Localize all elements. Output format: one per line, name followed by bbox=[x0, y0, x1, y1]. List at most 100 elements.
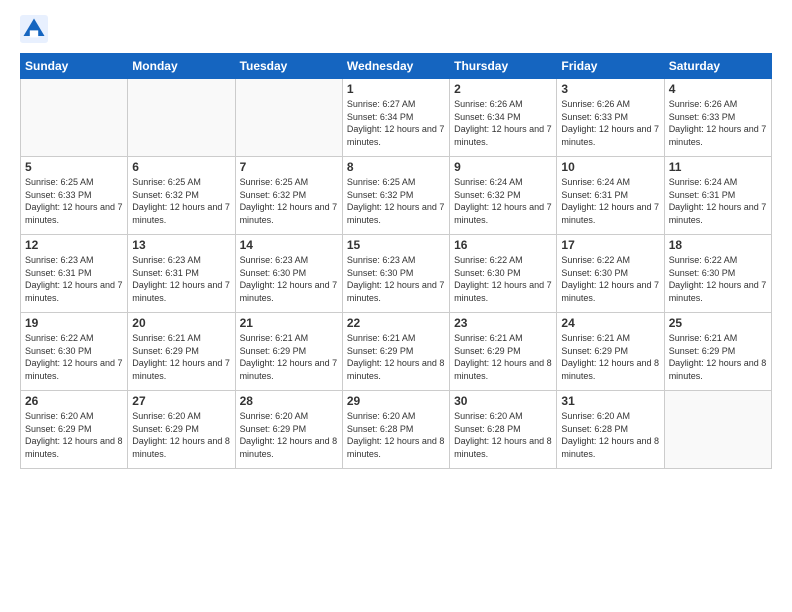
header-wednesday: Wednesday bbox=[342, 54, 449, 79]
day-info: Sunrise: 6:21 AMSunset: 6:29 PMDaylight:… bbox=[347, 332, 445, 382]
week-row-3: 12 Sunrise: 6:23 AMSunset: 6:31 PMDayligh… bbox=[21, 235, 772, 313]
day-info: Sunrise: 6:21 AMSunset: 6:29 PMDaylight:… bbox=[132, 332, 230, 382]
day-number: 1 bbox=[347, 82, 445, 96]
day-info: Sunrise: 6:21 AMSunset: 6:29 PMDaylight:… bbox=[669, 332, 767, 382]
day-info: Sunrise: 6:20 AMSunset: 6:28 PMDaylight:… bbox=[561, 410, 659, 460]
day-info: Sunrise: 6:23 AMSunset: 6:31 PMDaylight:… bbox=[25, 254, 123, 304]
day-info: Sunrise: 6:22 AMSunset: 6:30 PMDaylight:… bbox=[25, 332, 123, 382]
header-saturday: Saturday bbox=[664, 54, 771, 79]
header-tuesday: Tuesday bbox=[235, 54, 342, 79]
day-info: Sunrise: 6:20 AMSunset: 6:29 PMDaylight:… bbox=[132, 410, 230, 460]
day-number: 15 bbox=[347, 238, 445, 252]
day-number: 19 bbox=[25, 316, 123, 330]
day-cell bbox=[235, 79, 342, 157]
day-cell: 25Sunrise: 6:21 AMSunset: 6:29 PMDayligh… bbox=[664, 313, 771, 391]
day-cell: 10Sunrise: 6:24 AMSunset: 6:31 PMDayligh… bbox=[557, 157, 664, 235]
day-number: 31 bbox=[561, 394, 659, 408]
day-number: 2 bbox=[454, 82, 552, 96]
day-info: Sunrise: 6:25 AMSunset: 6:32 PMDaylight:… bbox=[347, 176, 445, 226]
day-cell: 8 Sunrise: 6:25 AMSunset: 6:32 PMDaylight… bbox=[342, 157, 449, 235]
day-cell: 15 Sunrise: 6:23 AMSunset: 6:30 PMDayligh… bbox=[342, 235, 449, 313]
day-info: Sunrise: 6:25 AMSunset: 6:32 PMDaylight:… bbox=[240, 176, 338, 226]
day-number: 30 bbox=[454, 394, 552, 408]
day-number: 20 bbox=[132, 316, 230, 330]
day-cell: 31 Sunrise: 6:20 AMSunset: 6:28 PMDayligh… bbox=[557, 391, 664, 469]
day-cell: 9Sunrise: 6:24 AMSunset: 6:32 PMDaylight… bbox=[450, 157, 557, 235]
header-friday: Friday bbox=[557, 54, 664, 79]
week-row-1: 1 Sunrise: 6:27 AMSunset: 6:34 PMDaylight… bbox=[21, 79, 772, 157]
day-info: Sunrise: 6:20 AMSunset: 6:28 PMDaylight:… bbox=[347, 410, 445, 460]
day-cell: 27 Sunrise: 6:20 AMSunset: 6:29 PMDayligh… bbox=[128, 391, 235, 469]
day-cell: 21 Sunrise: 6:21 AMSunset: 6:29 PMDayligh… bbox=[235, 313, 342, 391]
day-info: Sunrise: 6:21 AMSunset: 6:29 PMDaylight:… bbox=[454, 332, 552, 382]
day-cell: 24 Sunrise: 6:21 AMSunset: 6:29 PMDayligh… bbox=[557, 313, 664, 391]
page: Sunday Monday Tuesday Wednesday Thursday… bbox=[0, 0, 792, 612]
day-cell: 18 Sunrise: 6:22 AMSunset: 6:30 PMDayligh… bbox=[664, 235, 771, 313]
day-number: 7 bbox=[240, 160, 338, 174]
day-cell bbox=[21, 79, 128, 157]
day-number: 27 bbox=[132, 394, 230, 408]
day-cell: 14 Sunrise: 6:23 AMSunset: 6:30 PMDayligh… bbox=[235, 235, 342, 313]
weekday-header-row: Sunday Monday Tuesday Wednesday Thursday… bbox=[21, 54, 772, 79]
calendar-table: Sunday Monday Tuesday Wednesday Thursday… bbox=[20, 53, 772, 469]
day-cell: 2Sunrise: 6:26 AMSunset: 6:34 PMDaylight… bbox=[450, 79, 557, 157]
day-cell bbox=[664, 391, 771, 469]
day-cell bbox=[128, 79, 235, 157]
day-cell: 11 Sunrise: 6:24 AMSunset: 6:31 PMDayligh… bbox=[664, 157, 771, 235]
day-cell: 17Sunrise: 6:22 AMSunset: 6:30 PMDayligh… bbox=[557, 235, 664, 313]
day-cell: 5Sunrise: 6:25 AMSunset: 6:33 PMDaylight… bbox=[21, 157, 128, 235]
header bbox=[20, 15, 772, 43]
header-monday: Monday bbox=[128, 54, 235, 79]
day-cell: 30 Sunrise: 6:20 AMSunset: 6:28 PMDayligh… bbox=[450, 391, 557, 469]
day-cell: 12 Sunrise: 6:23 AMSunset: 6:31 PMDayligh… bbox=[21, 235, 128, 313]
day-number: 28 bbox=[240, 394, 338, 408]
day-number: 22 bbox=[347, 316, 445, 330]
day-number: 16 bbox=[454, 238, 552, 252]
day-info: Sunrise: 6:23 AMSunset: 6:30 PMDaylight:… bbox=[347, 254, 445, 304]
day-cell: 23 Sunrise: 6:21 AMSunset: 6:29 PMDayligh… bbox=[450, 313, 557, 391]
day-cell: 6 Sunrise: 6:25 AMSunset: 6:32 PMDaylight… bbox=[128, 157, 235, 235]
day-number: 12 bbox=[25, 238, 123, 252]
day-info: Sunrise: 6:23 AMSunset: 6:30 PMDaylight:… bbox=[240, 254, 338, 304]
day-info: Sunrise: 6:20 AMSunset: 6:29 PMDaylight:… bbox=[25, 410, 123, 460]
day-info: Sunrise: 6:24 AMSunset: 6:31 PMDaylight:… bbox=[669, 176, 767, 226]
day-number: 23 bbox=[454, 316, 552, 330]
day-cell: 16 Sunrise: 6:22 AMSunset: 6:30 PMDayligh… bbox=[450, 235, 557, 313]
logo-icon bbox=[20, 15, 48, 43]
day-number: 17 bbox=[561, 238, 659, 252]
day-info: Sunrise: 6:27 AMSunset: 6:34 PMDaylight:… bbox=[347, 98, 445, 148]
day-number: 26 bbox=[25, 394, 123, 408]
day-info: Sunrise: 6:26 AMSunset: 6:33 PMDaylight:… bbox=[669, 98, 767, 148]
day-number: 14 bbox=[240, 238, 338, 252]
week-row-5: 26 Sunrise: 6:20 AMSunset: 6:29 PMDayligh… bbox=[21, 391, 772, 469]
day-number: 10 bbox=[561, 160, 659, 174]
day-info: Sunrise: 6:21 AMSunset: 6:29 PMDaylight:… bbox=[240, 332, 338, 382]
day-number: 6 bbox=[132, 160, 230, 174]
day-info: Sunrise: 6:23 AMSunset: 6:31 PMDaylight:… bbox=[132, 254, 230, 304]
day-cell: 19 Sunrise: 6:22 AMSunset: 6:30 PMDayligh… bbox=[21, 313, 128, 391]
day-number: 3 bbox=[561, 82, 659, 96]
day-info: Sunrise: 6:20 AMSunset: 6:28 PMDaylight:… bbox=[454, 410, 552, 460]
day-number: 24 bbox=[561, 316, 659, 330]
week-row-2: 5Sunrise: 6:25 AMSunset: 6:33 PMDaylight… bbox=[21, 157, 772, 235]
day-number: 8 bbox=[347, 160, 445, 174]
day-number: 11 bbox=[669, 160, 767, 174]
day-number: 5 bbox=[25, 160, 123, 174]
day-info: Sunrise: 6:22 AMSunset: 6:30 PMDaylight:… bbox=[669, 254, 767, 304]
day-cell: 22 Sunrise: 6:21 AMSunset: 6:29 PMDayligh… bbox=[342, 313, 449, 391]
day-cell: 29Sunrise: 6:20 AMSunset: 6:28 PMDayligh… bbox=[342, 391, 449, 469]
day-info: Sunrise: 6:20 AMSunset: 6:29 PMDaylight:… bbox=[240, 410, 338, 460]
day-info: Sunrise: 6:25 AMSunset: 6:32 PMDaylight:… bbox=[132, 176, 230, 226]
day-cell: 1 Sunrise: 6:27 AMSunset: 6:34 PMDaylight… bbox=[342, 79, 449, 157]
day-cell: 3 Sunrise: 6:26 AMSunset: 6:33 PMDaylight… bbox=[557, 79, 664, 157]
logo bbox=[20, 15, 50, 43]
day-info: Sunrise: 6:26 AMSunset: 6:33 PMDaylight:… bbox=[561, 98, 659, 148]
day-cell: 28 Sunrise: 6:20 AMSunset: 6:29 PMDayligh… bbox=[235, 391, 342, 469]
day-info: Sunrise: 6:22 AMSunset: 6:30 PMDaylight:… bbox=[454, 254, 552, 304]
day-cell: 4Sunrise: 6:26 AMSunset: 6:33 PMDaylight… bbox=[664, 79, 771, 157]
day-info: Sunrise: 6:21 AMSunset: 6:29 PMDaylight:… bbox=[561, 332, 659, 382]
day-cell: 7 Sunrise: 6:25 AMSunset: 6:32 PMDaylight… bbox=[235, 157, 342, 235]
day-number: 18 bbox=[669, 238, 767, 252]
day-number: 21 bbox=[240, 316, 338, 330]
week-row-4: 19 Sunrise: 6:22 AMSunset: 6:30 PMDayligh… bbox=[21, 313, 772, 391]
